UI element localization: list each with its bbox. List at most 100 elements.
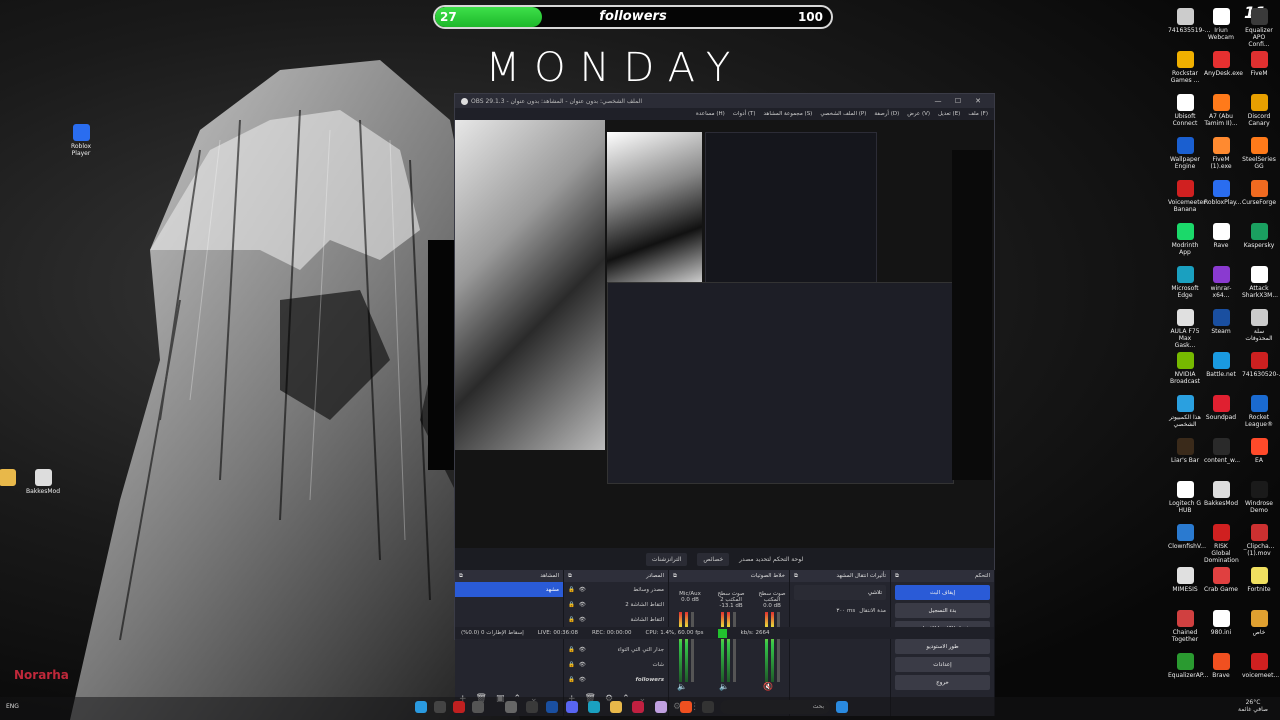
menu-tools[interactable]: أدوات (T) [733,111,756,117]
brave-icon[interactable] [680,701,692,713]
stop-streaming-button[interactable]: إيقاف البث [895,585,990,600]
dock-popout-icon[interactable]: ⧉ [895,573,899,580]
start-button-icon[interactable] [836,701,848,713]
edge-icon[interactable] [588,701,600,713]
dock-popout-icon[interactable]: ⧉ [568,573,572,580]
desktop2-mute-icon[interactable]: 🔈 [719,682,729,691]
desktop-icon-bakkesmod[interactable]: BakkesMod [26,469,60,495]
lock-icon[interactable]: 🔒 [568,602,575,608]
properties-button[interactable]: خصائص [697,552,730,566]
weather-widget[interactable]: 26°C صافي غائمة [1238,699,1268,713]
source-item[interactable]: 🔒 👁 التقاط الشاشة [564,612,668,627]
mic-volume-slider[interactable] [691,612,694,682]
source-item[interactable]: 🔒 👁 شات [564,657,668,672]
desktop2-volume-slider[interactable] [733,612,736,682]
desktop-icon[interactable]: Logitech G HUB [1168,481,1202,514]
source-item[interactable]: 🔒 👁 التقاط الشاشة 2 [564,597,668,612]
desktop-icon[interactable]: SteelSeries GG [1242,137,1276,170]
file-explorer-icon[interactable] [610,701,622,713]
menu-docks[interactable]: أرصفة (D) [874,111,899,117]
desktop-icon[interactable]: Crab Game [1204,567,1238,593]
desktop-icon[interactable]: NVIDIA Broadcast [1168,352,1202,385]
desktop-icon[interactable]: BakkesMod [1204,481,1238,507]
taskbar-app-icon[interactable] [632,701,644,713]
menu-file[interactable]: ملف (F) [968,111,988,117]
desktop-icon[interactable]: Rockstar Games ... [1168,51,1202,84]
taskbar-app-icon[interactable] [526,701,538,713]
visibility-eye-icon[interactable]: 👁 [579,647,586,653]
desktop-icon[interactable]: Discord Canary [1242,94,1276,127]
lock-icon[interactable]: 🔒 [568,647,575,653]
taskbar-app-icon[interactable] [434,701,446,713]
transitions-toggle-button[interactable]: الترانزشنات [645,552,688,566]
language-indicator[interactable]: ENG [6,703,19,710]
mic-mute-icon[interactable]: 🔈 [677,682,687,691]
source-item[interactable]: 🔒 👁 مصدر وسائط [564,582,668,597]
desktop-icon[interactable]: Windrose Demo [1242,481,1276,514]
desktop-icon[interactable]: خاص [1242,610,1276,636]
duration-spinbox[interactable]: ٣٠٠ ms [836,608,855,614]
taskbar-app-icon[interactable] [505,701,517,713]
desktop-icon[interactable]: Chained Together [1168,610,1202,643]
obs-window[interactable]: OBS 29.1.3 - الملف الشخصي: بدون عنوان - … [454,93,995,716]
desktop-icon[interactable]: سلة المحذوفات [1242,309,1276,342]
dock-popout-icon[interactable]: ⧉ [673,573,677,580]
exit-button[interactable]: خروج [895,675,990,690]
menu-view[interactable]: عرض (V) [907,111,930,117]
visibility-eye-icon[interactable]: 👁 [579,587,586,593]
minimize-button[interactable]: — [928,97,948,105]
source-item[interactable]: 🔒 👁 جدار التي التي التواء [564,642,668,657]
desktop-icon[interactable]: Rave [1204,223,1238,249]
settings-button[interactable]: إعدادات [895,657,990,672]
desktop-icon[interactable]: RobloxPlay... [1204,180,1241,206]
desktop-icon[interactable]: winrar-x64... [1204,266,1238,299]
desktop-icon[interactable]: Steam [1204,309,1238,335]
desktop-icon[interactable]: Iriun Webcam [1204,8,1238,41]
maximize-button[interactable]: ☐ [948,97,968,105]
desktop-icon[interactable]: Rocket League® [1242,395,1276,428]
taskbar-search-box[interactable]: بحث [720,700,830,714]
visibility-eye-icon[interactable]: 👁 [579,677,586,683]
menu-scene-collection[interactable]: مجموعة المشاهد (S) [764,111,813,117]
obs-titlebar[interactable]: OBS 29.1.3 - الملف الشخصي: بدون عنوان - … [455,94,994,108]
desktop-icon[interactable]: 741635519-... [1168,8,1210,34]
desktop-icon[interactable]: Equalizer APO Confi... [1242,8,1276,48]
desktop-icon[interactable]: Modrinth App [1168,223,1202,256]
desktop-icon-roblox-player[interactable]: Roblox Player [64,124,98,157]
desktop-icon[interactable]: FiveM [1242,51,1276,77]
desktop-icon[interactable]: Battle.net [1204,352,1238,378]
desktop-icon[interactable]: voicemeet... [1242,653,1279,679]
visibility-eye-icon[interactable]: 👁 [579,617,586,623]
desktop-icon[interactable]: _Clipcha... (1).mov [1242,524,1276,557]
taskbar-app-icon[interactable] [415,701,427,713]
desktop-icon[interactable]: MIMESIS [1168,567,1202,593]
visibility-eye-icon[interactable]: 👁 [579,602,586,608]
desktop-icon[interactable]: Brave [1204,653,1238,679]
desktop-icon[interactable]: Liar's Bar [1168,438,1202,464]
desktop-icon[interactable]: Attack SharkX3M... [1242,266,1278,299]
lock-icon[interactable]: 🔒 [568,662,575,668]
studio-mode-button[interactable]: طور الاستوديو [895,639,990,654]
desktop-icon[interactable]: Ubisoft Connect [1168,94,1202,127]
dock-popout-icon[interactable]: ⧉ [459,573,463,580]
desktop-icon[interactable]: هذا الكمبيوتر الشخصي [1168,395,1202,428]
desktop-icon[interactable]: EqualizerAP... [1168,653,1208,679]
desktop-icon[interactable]: RISK Global Domination [1204,524,1239,564]
desktop-icon[interactable]: Kaspersky [1242,223,1276,249]
menu-profile[interactable]: الملف الشخصي (P) [820,111,866,117]
dock-popout-icon[interactable]: ⧉ [794,573,798,580]
desktop-icon[interactable]: 741630520-... [1242,352,1280,378]
lock-icon[interactable]: 🔒 [568,617,575,623]
desktop-icon[interactable]: Soundpad [1204,395,1238,421]
desktop-icon[interactable]: 980.ini [1204,610,1238,636]
obs-preview-canvas[interactable] [455,120,994,548]
desktop-icon[interactable]: AULA F75 Max Gask... [1168,309,1202,349]
visibility-eye-icon[interactable]: 👁 [579,662,586,668]
menu-edit[interactable]: تعديل (E) [938,111,960,117]
source-item[interactable]: 🔒 👁 followers [564,672,668,687]
taskbar-app-icon[interactable] [453,701,465,713]
desktop-icon[interactable]: AnyDesk.exe [1204,51,1243,77]
desktop-icon[interactable]: ClownfishV... [1168,524,1206,550]
taskbar-app-icon[interactable] [655,701,667,713]
steam-icon[interactable] [546,701,558,713]
